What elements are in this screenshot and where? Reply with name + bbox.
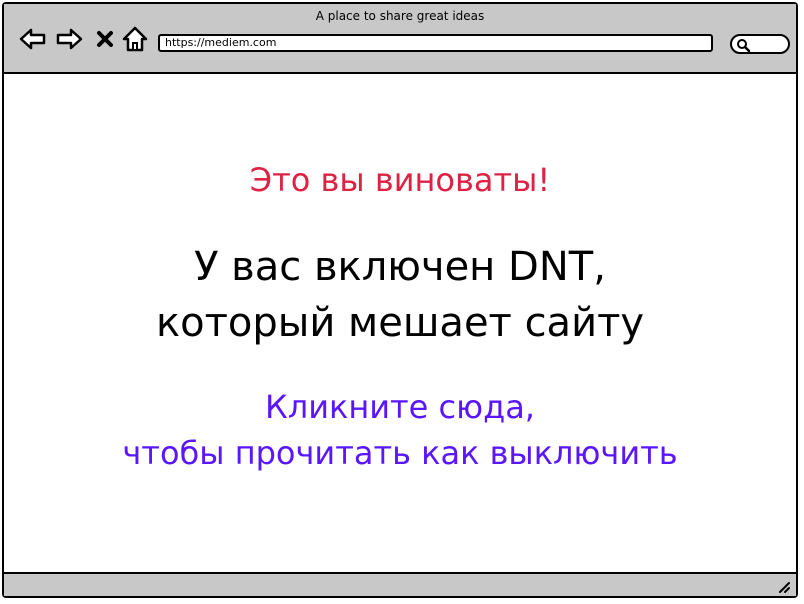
home-icon <box>122 26 148 52</box>
search-icon <box>737 39 750 52</box>
home-button[interactable] <box>120 24 150 54</box>
forward-arrow-icon <box>56 28 83 50</box>
forward-button[interactable] <box>54 24 84 54</box>
window-title: A place to share great ideas <box>315 9 485 23</box>
status-bar <box>4 572 796 596</box>
dnt-message-line2: который мешает сайту <box>155 300 645 346</box>
disable-dnt-link[interactable]: Кликните сюда, чтобы прочитать как выклю… <box>4 384 796 476</box>
page-content: Это вы виноваты! У вас включен DNT, кото… <box>4 74 796 574</box>
blame-heading: Это вы виноваты! <box>249 161 551 199</box>
back-arrow-icon <box>19 28 46 50</box>
browser-toolbar: A place to share great ideas https://med… <box>4 4 796 74</box>
dnt-message-line1: У вас включен DNT, <box>194 244 606 290</box>
disable-dnt-link-line2[interactable]: чтобы прочитать как выключить <box>4 430 796 476</box>
back-button[interactable] <box>18 24 48 54</box>
close-icon <box>97 31 113 47</box>
browser-window: A place to share great ideas https://med… <box>2 2 798 598</box>
resize-grip[interactable] <box>776 579 790 593</box>
stop-button[interactable] <box>90 24 120 54</box>
resize-handle-icon <box>779 582 790 593</box>
dnt-message: У вас включен DNT, который мешает сайту <box>4 239 796 351</box>
address-bar[interactable]: https://mediem.com <box>158 34 713 52</box>
search-field[interactable] <box>730 34 790 54</box>
disable-dnt-link-line1[interactable]: Кликните сюда, <box>4 384 796 430</box>
